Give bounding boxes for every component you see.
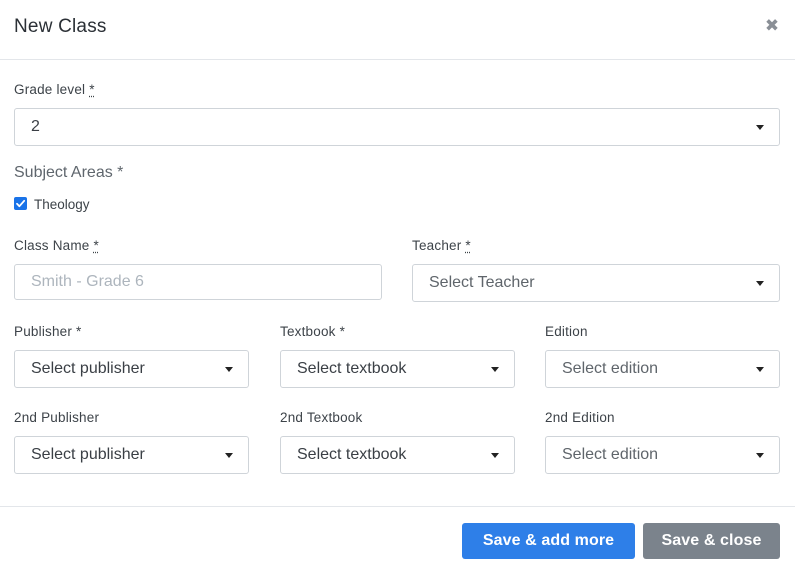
class-name-label-text: Class Name [14,238,90,253]
edition2-select[interactable]: Select edition [545,436,780,474]
save-add-more-button[interactable]: Save & add more [462,523,635,559]
textbook2-select[interactable]: Select textbook [280,436,515,474]
theology-checkbox[interactable] [14,197,27,210]
publisher2-label: 2nd Publisher [14,410,100,425]
theology-checkbox-label[interactable]: Theology [34,197,90,212]
publisher-select[interactable]: Select publisher [14,350,249,388]
required-mark: * [89,82,95,97]
teacher-select[interactable]: Select Teacher [412,264,780,302]
edition2-label: 2nd Edition [545,410,615,425]
class-name-label: Class Name * [14,238,99,253]
caret-down-icon [225,453,233,458]
teacher-value: Select Teacher [429,274,535,291]
modal-title: New Class [14,16,107,37]
edition2-value: Select edition [562,446,659,463]
grade-level-label: Grade level * [14,82,95,97]
caret-down-icon [225,367,233,372]
modal-header: New Class ✖ [0,0,795,60]
close-icon[interactable]: ✖ [762,14,782,38]
edition-label: Edition [545,324,588,339]
publisher2-value: Select publisher [31,446,145,463]
check-icon [16,199,26,208]
caret-down-icon [756,281,764,286]
textbook-select[interactable]: Select textbook [280,350,515,388]
textbook2-value: Select textbook [297,446,407,463]
edition-select[interactable]: Select edition [545,350,780,388]
caret-down-icon [491,453,499,458]
grade-level-label-text: Grade level [14,82,86,97]
class-name-input[interactable] [14,264,382,300]
textbook2-label: 2nd Textbook [280,410,363,425]
teacher-label: Teacher * [412,238,471,253]
publisher-value: Select publisher [31,360,145,377]
grade-level-select[interactable]: 2 [14,108,780,146]
caret-down-icon [756,125,764,130]
caret-down-icon [756,453,764,458]
footer-divider [0,506,795,507]
publisher-label: Publisher * [14,324,82,339]
required-mark: * [93,238,99,253]
caret-down-icon [756,367,764,372]
textbook-value: Select textbook [297,360,407,377]
required-mark: * [465,238,471,253]
subject-areas-label: Subject Areas * [14,164,124,181]
textbook-label: Textbook * [280,324,346,339]
caret-down-icon [491,367,499,372]
grade-level-value: 2 [31,118,40,135]
save-close-button[interactable]: Save & close [643,523,780,559]
edition-value: Select edition [562,360,659,377]
publisher2-select[interactable]: Select publisher [14,436,249,474]
teacher-label-text: Teacher [412,238,462,253]
